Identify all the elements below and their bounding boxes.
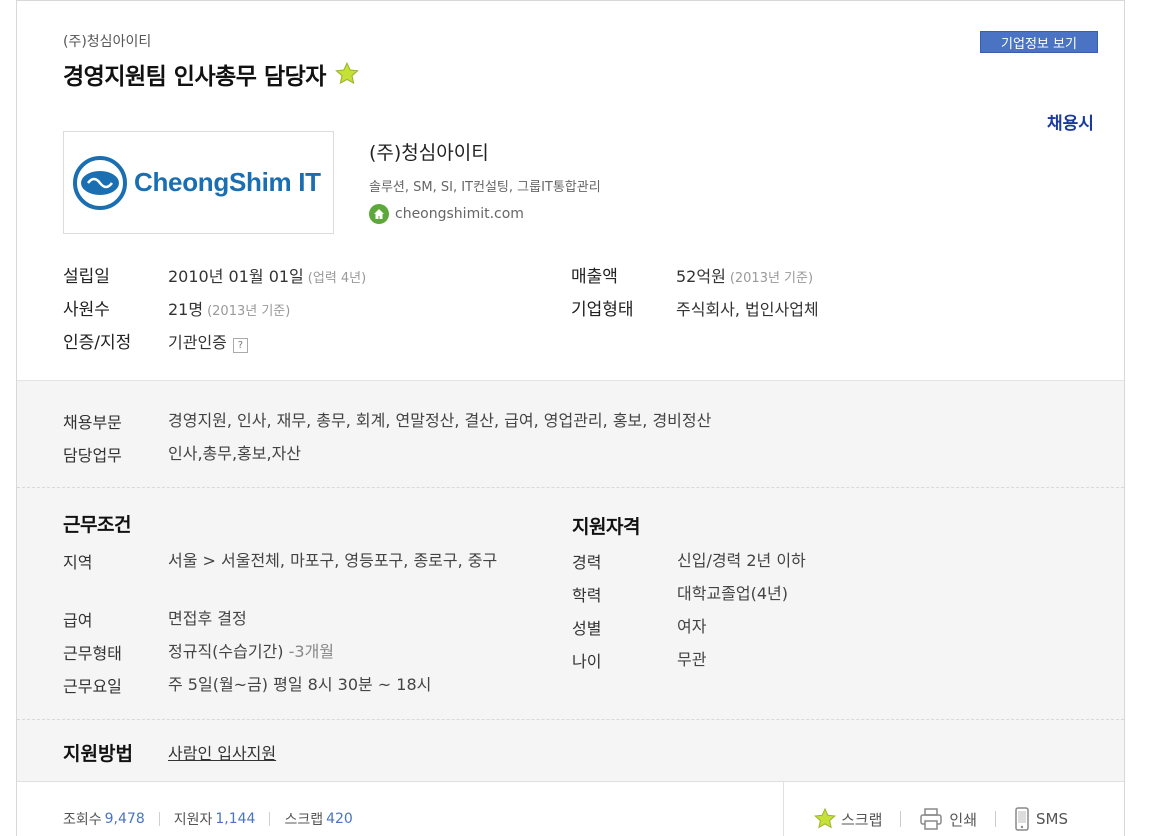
revenue-value: 52억원 [676,267,726,286]
company-homepage[interactable]: cheongshimit.com [369,204,524,224]
worktype-sub: -3개월 [288,642,335,661]
star-icon[interactable] [334,61,360,87]
print-button[interactable]: 인쇄 [919,808,977,830]
views-label: 조회수 [63,812,102,828]
age-row: 나이 무관 [572,648,1057,672]
revenue-label: 매출액 [571,267,618,287]
job-title: 경영지원팀 인사총무 담당자 [63,57,360,91]
duty-row: 담당업무 인사,총무,홍보,자산 [63,442,548,466]
employees-label: 사원수 [63,300,110,320]
scrap-button[interactable]: 스크랩 [813,807,882,831]
revenue-sub: (2013년 기준) [729,271,814,286]
employees-value: 21명 [168,300,204,319]
type-label: 기업형태 [571,300,634,320]
recruit-section: 채용부문 경영지원, 인사, 재무, 총무, 회계, 연말정산, 결산, 급여,… [17,380,1124,488]
job-title-text: 경영지원팀 인사총무 담당자 [63,64,326,90]
salary-label: 급여 [63,611,93,630]
qualifications-title: 지원자격 [572,516,640,538]
print-label: 인쇄 [949,810,978,829]
apply-title: 지원방법 [63,743,133,765]
worktype-label: 근무형태 [63,644,122,663]
worktype-value: 정규직(수습기간) [168,642,284,661]
duty-value: 인사,총무,홍보,자산 [168,444,302,463]
gender-label: 성별 [572,619,602,638]
sms-button[interactable]: SMS [1014,806,1068,832]
stats-bar: 조회수 9,478 지원자 1,144 스크랩 420 [63,809,353,829]
scrap-label: 스크랩 [841,810,883,829]
founded-value: 2010년 01월 01일 [168,267,304,286]
conditions-section: 근무조건 지역 서울 > 서울전체, 마포구, 영등포구, 종로구, 중구 급여… [17,488,1124,720]
conditions-title: 근무조건 [63,514,131,536]
applicants-value: 1,144 [215,811,256,827]
homepage-url[interactable]: cheongshimit.com [395,206,524,222]
logo-emblem-icon [73,155,127,210]
edu-row: 학력 대학교졸업(4년) [572,582,1057,606]
divider [158,812,160,826]
edu-value: 대학교졸업(4년) [677,584,788,603]
company-name[interactable]: (주)청심아이티 [369,138,489,165]
help-icon[interactable]: ? [232,338,248,353]
region-row: 지역 서울 > 서울전체, 마포구, 영등포구, 종로구, 중구 [63,549,538,573]
founded-sub: (업력 4년) [307,271,367,286]
cert-label: 인증/지정 [63,333,132,353]
career-row: 경력 신입/경력 2년 이하 [572,549,1057,573]
star-icon [814,807,836,829]
duty-label: 담당업무 [63,446,122,465]
applicants-label: 지원자 [173,812,213,828]
printer-icon [920,808,943,830]
salary-row: 급여 면접후 결정 [63,607,548,631]
employees-sub: (2013년 기준) [207,304,291,319]
type-value: 주식회사, 법인사업체 [676,300,819,319]
gender-row: 성별 여자 [572,615,1057,639]
scraps-label: 스크랩 [284,812,324,828]
employees-row: 사원수 21명 (2013년 기준) [63,295,290,320]
region-value: 서울 > 서울전체, 마포구, 영등포구, 종로구, 중구 [168,551,498,570]
age-value: 무관 [677,650,707,669]
edu-label: 학력 [572,586,602,605]
workdays-row: 근무요일 주 5일(월~금) 평일 8시 30분 ~ 18시 [63,673,548,697]
career-label: 경력 [572,553,602,572]
workdays-label: 근무요일 [63,677,122,696]
career-value: 신입/경력 2년 이하 [677,551,806,570]
divider [269,812,271,826]
cert-row: 인증/지정 기관인증 ? [63,328,248,353]
sms-label: SMS [1036,810,1069,828]
revenue-row: 매출액 52억원 (2013년 기준) [571,262,813,287]
action-bar: 스크랩 인쇄 SMS [813,806,1068,832]
company-name-small[interactable]: (주)청심아이티 [63,31,151,51]
founded-row: 설립일 2010년 01월 01일 (업력 4년) [63,262,366,287]
region-label: 지역 [63,553,93,572]
age-label: 나이 [572,652,602,671]
recruit-link[interactable]: 채용시 [1047,109,1094,134]
corp-info-button[interactable]: 기업정보 보기 [980,31,1098,53]
dept-row: 채용부문 경영지원, 인사, 재무, 총무, 회계, 연말정산, 결산, 급여,… [63,409,1068,433]
gender-value: 여자 [677,617,707,636]
scraps-value: 420 [326,811,353,827]
divider [900,811,902,827]
home-icon [369,204,389,224]
apply-link[interactable]: 사람인 입사지원 [168,740,276,764]
logo-text: CheongShim IT [134,167,321,197]
company-logo[interactable]: CheongShim IT [63,131,334,234]
workdays-value: 주 5일(월~금) 평일 8시 30분 ~ 18시 [168,675,432,694]
founded-label: 설립일 [63,267,110,287]
salary-value: 면접후 결정 [168,609,247,628]
divider [995,811,997,827]
job-posting-card: (주)청심아이티 경영지원팀 인사총무 담당자 기업정보 보기 채용시 Cheo… [16,0,1125,836]
footer-divider [783,782,784,836]
dept-value: 경영지원, 인사, 재무, 총무, 회계, 연말정산, 결산, 급여, 영업관리… [168,411,712,430]
worktype-value-wrap: 정규직(수습기간) -3개월 [168,640,548,664]
dept-label: 채용부문 [63,413,122,432]
phone-icon [1015,807,1029,831]
type-row: 기업형태 주식회사, 법인사업체 [571,295,819,320]
worktype-row: 근무형태 정규직(수습기간) -3개월 [63,640,548,664]
company-description: 솔루션, SM, SI, IT컨설팅, 그룹IT통합관리 [369,180,601,195]
cert-value: 기관인증 [168,333,227,352]
views-value: 9,478 [104,811,145,827]
